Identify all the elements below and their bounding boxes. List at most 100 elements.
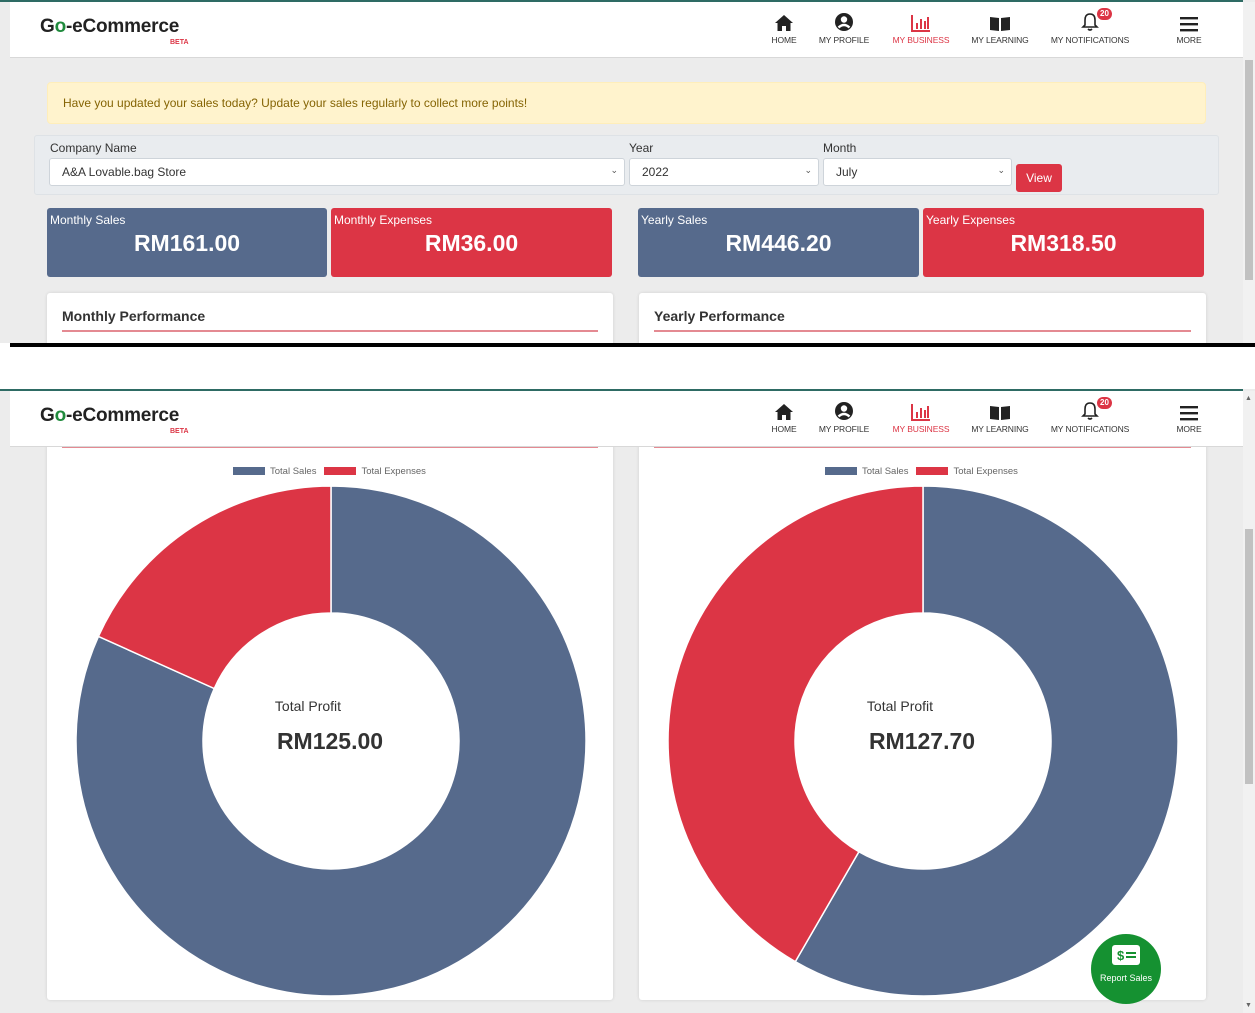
nav-my-learning[interactable]: MY LEARNING [970, 399, 1030, 434]
nav-home[interactable]: HOME [765, 399, 803, 434]
monthly-performance-title: Monthly Performance [62, 308, 206, 324]
monthly-sales-value: RM161.00 [133, 230, 241, 256]
monthly-sales-label: Monthly Sales [50, 213, 126, 227]
month-select[interactable]: July ⌄ [823, 158, 1012, 186]
legend-label-expenses: Total Expenses [953, 465, 1018, 477]
yearly-chart-legend: Total Sales Total Expenses [825, 465, 1026, 477]
beta-label: BETA [170, 39, 189, 46]
notification-badge: 20 [1097, 397, 1112, 409]
nav-my-learning-label: MY LEARNING [971, 424, 1029, 434]
yearly-performance-title: Yearly Performance [654, 308, 785, 324]
scrollbar-thumb[interactable] [1245, 529, 1253, 784]
total-profit-value: RM125.00 [276, 728, 384, 754]
nav-my-business[interactable]: MY BUSINESS [890, 399, 952, 434]
bell-icon: 20 [1050, 8, 1130, 32]
nav-home-label: HOME [771, 35, 797, 45]
yearly-expenses-label: Yearly Expenses [926, 213, 1015, 227]
legend-label-sales: Total Sales [862, 465, 909, 477]
yearly-expenses-card: Yearly Expenses RM318.50 [923, 208, 1204, 277]
chevron-down-icon: ⌄ [997, 165, 1005, 175]
svg-text:$: $ [1117, 948, 1125, 963]
company-name-select[interactable]: A&A Lovable.bag Store ⌄ [49, 158, 625, 186]
legend-label-sales: Total Sales [270, 465, 317, 477]
legend-swatch-sales [233, 467, 265, 475]
brand-logo[interactable]: Go-eCommerce [40, 16, 179, 38]
brand-logo[interactable]: Go-eCommerce [40, 405, 179, 427]
nav-my-business-label: MY BUSINESS [892, 424, 950, 434]
company-name-label: Company Name [50, 141, 137, 155]
nav-more[interactable]: MORE [1173, 399, 1205, 434]
total-profit-value: RM127.70 [868, 728, 976, 754]
nav-my-notifications[interactable]: 20 MY NOTIFICATIONS [1050, 8, 1130, 45]
scroll-up-arrow-icon[interactable]: ▲ [1245, 395, 1252, 402]
card-divider [654, 330, 1191, 332]
nav-more[interactable]: MORE [1173, 10, 1205, 45]
bell-icon: 20 [1050, 397, 1130, 421]
nav-my-profile-label: MY PROFILE [818, 424, 870, 434]
dollar-ticket-icon: $ [1091, 934, 1161, 971]
user-circle-icon [816, 10, 872, 32]
monthly-sales-card: Monthly Sales RM161.00 [47, 208, 327, 277]
yearly-expenses-value: RM318.50 [1010, 230, 1117, 256]
home-icon [765, 10, 803, 32]
screenshot-top: Go-eCommerce BETA HOME MY PROFILE MY BUS… [0, 0, 1255, 343]
page-scrollbar[interactable]: ▲ ▼ [1243, 391, 1255, 1013]
update-sales-alert: Have you updated your sales today? Updat… [47, 82, 1206, 124]
monthly-chart-legend: Total Sales Total Expenses [233, 465, 434, 477]
screenshot-divider [10, 343, 1255, 347]
book-open-icon [970, 10, 1030, 32]
nav-my-profile[interactable]: MY PROFILE [816, 10, 872, 45]
scrollbar-thumb[interactable] [1245, 60, 1253, 280]
monthly-expenses-label: Monthly Expenses [334, 213, 433, 227]
notification-badge: 20 [1097, 8, 1112, 20]
yearly-sales-value: RM446.20 [725, 230, 832, 256]
monthly-total-profit: Total Profit RM125.00 [230, 698, 430, 755]
total-profit-label: Total Profit [866, 698, 934, 714]
chevron-down-icon: ⌄ [804, 165, 812, 175]
nav-my-profile-label: MY PROFILE [818, 35, 870, 45]
nav-my-notifications[interactable]: 20 MY NOTIFICATIONS [1050, 397, 1130, 434]
nav-home[interactable]: HOME [765, 10, 803, 45]
view-button[interactable]: View [1016, 164, 1062, 192]
legend-swatch-expenses [324, 467, 357, 475]
year-label: Year [629, 141, 654, 155]
month-label: Month [823, 141, 857, 155]
yearly-total-profit: Total Profit RM127.70 [822, 698, 1022, 755]
legend-label-expenses: Total Expenses [361, 465, 426, 477]
hamburger-menu-icon [1173, 399, 1205, 421]
nav-my-profile[interactable]: MY PROFILE [816, 399, 872, 434]
report-sales-button[interactable]: $ Report Sales [1091, 934, 1161, 1004]
total-profit-label: Total Profit [274, 698, 342, 714]
navbar: Go-eCommerce BETA HOME MY PROFILE MY BUS… [10, 2, 1243, 58]
bar-chart-icon [890, 399, 952, 421]
nav-my-business[interactable]: MY BUSINESS [890, 10, 952, 45]
nav-my-notifications-label: MY NOTIFICATIONS [1050, 424, 1130, 434]
yearly-performance-card: Yearly Performance [639, 293, 1206, 343]
yearly-sales-label: Yearly Sales [641, 213, 708, 227]
navbar: Go-eCommerce BETA HOME MY PROFILE MY BUS… [10, 391, 1243, 447]
nav-my-learning[interactable]: MY LEARNING [970, 10, 1030, 45]
year-select[interactable]: 2022 ⌄ [629, 158, 819, 186]
legend-swatch-expenses [916, 467, 949, 475]
bar-chart-icon [890, 10, 952, 32]
monthly-expenses-value: RM36.00 [424, 230, 519, 256]
nav-more-label: MORE [1176, 424, 1202, 434]
nav-home-label: HOME [771, 424, 797, 434]
user-circle-icon [816, 399, 872, 421]
nav-my-notifications-label: MY NOTIFICATIONS [1050, 35, 1130, 45]
card-divider [62, 330, 598, 332]
scroll-down-arrow-icon[interactable]: ▼ [1245, 1002, 1252, 1009]
nav-my-business-label: MY BUSINESS [892, 35, 950, 45]
page-scrollbar[interactable] [1243, 2, 1255, 343]
book-open-icon [970, 399, 1030, 421]
screenshot-bottom: Total Sales Total Expenses Total Sales T… [0, 389, 1255, 1013]
chevron-down-icon: ⌄ [610, 165, 618, 175]
legend-swatch-sales [825, 467, 857, 475]
home-icon [765, 399, 803, 421]
monthly-performance-card: Monthly Performance [47, 293, 613, 343]
filter-bar: Company Name A&A Lovable.bag Store ⌄ Year… [34, 135, 1219, 195]
nav-more-label: MORE [1176, 35, 1202, 45]
nav-my-learning-label: MY LEARNING [971, 35, 1029, 45]
monthly-expenses-card: Monthly Expenses RM36.00 [331, 208, 612, 277]
beta-label: BETA [170, 428, 189, 435]
